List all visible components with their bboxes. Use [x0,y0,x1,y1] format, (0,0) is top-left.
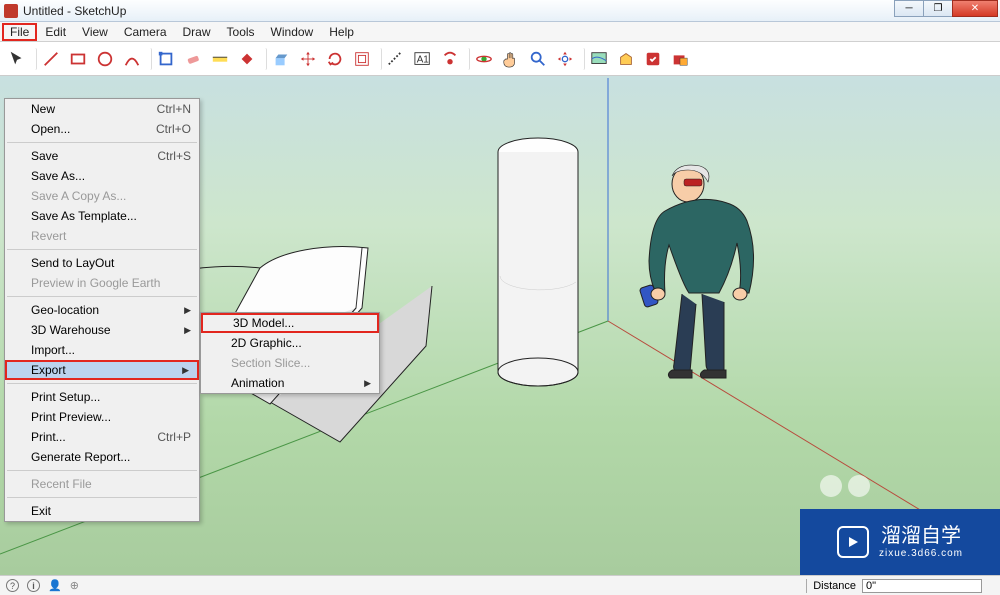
menu-save[interactable]: SaveCtrl+S [5,146,199,166]
paint-tool-icon[interactable] [437,46,463,72]
menu-file[interactable]: File [2,23,37,41]
menu-import[interactable]: Import... [5,340,199,360]
get-location-icon[interactable] [586,46,612,72]
makegroup-tool-icon[interactable] [153,46,179,72]
viewport[interactable]: NewCtrl+N Open...Ctrl+O SaveCtrl+S Save … [0,76,1000,575]
svg-text:A1: A1 [417,54,430,65]
line-tool-icon[interactable] [38,46,64,72]
zoomext-tool-icon[interactable] [552,46,578,72]
export-animation[interactable]: Animation▶ [201,373,379,393]
menu-view[interactable]: View [74,23,116,41]
app-icon [4,4,18,18]
menu-print-setup[interactable]: Print Setup... [5,387,199,407]
menu-save-copy-as: Save A Copy As... [5,186,199,206]
eraser-tool-icon[interactable] [180,46,206,72]
watermark-text: 溜溜自学 [881,526,961,546]
arc-tool-icon[interactable] [119,46,145,72]
tape-tool-icon[interactable] [207,46,233,72]
warehouse-tool-icon[interactable] [613,46,639,72]
menu-3d-warehouse[interactable]: 3D Warehouse▶ [5,320,199,340]
maximize-button[interactable]: ❐ [923,0,953,17]
toolbar-separator [31,48,37,70]
export-2d-graphic[interactable]: 2D Graphic... [201,333,379,353]
titlebar: Untitled - SketchUp ─ ❐ ✕ [0,0,1000,22]
menubar: File Edit View Camera Draw Tools Window … [0,22,1000,42]
file-menu-dropdown: NewCtrl+N Open...Ctrl+O SaveCtrl+S Save … [4,98,200,522]
menu-geo-location[interactable]: Geo-location▶ [5,300,199,320]
rect-tool-icon[interactable] [65,46,91,72]
toolbar-separator [579,48,585,70]
select-tool-icon[interactable] [4,46,30,72]
toolbar-separator [261,48,267,70]
rotate-tool-icon[interactable] [322,46,348,72]
close-button[interactable]: ✕ [952,0,998,17]
zoom-tool-icon[interactable] [525,46,551,72]
info-icon[interactable]: i [27,579,40,592]
statusbar: ? i 👤 ⊕ Distance [0,575,1000,595]
distance-input[interactable] [862,579,982,593]
extensions-tool-icon[interactable] [640,46,666,72]
distance-label: Distance [813,580,856,592]
menu-new[interactable]: NewCtrl+N [5,99,199,119]
window-controls: ─ ❐ ✕ [895,0,998,17]
export-section-slice: Section Slice... [201,353,379,373]
toolbar-separator [376,48,382,70]
orbit-tool-icon[interactable] [471,46,497,72]
menu-help[interactable]: Help [321,23,362,41]
menu-preview-earth: Preview in Google Earth [5,273,199,293]
menu-export[interactable]: Export▶ [5,360,199,380]
menu-draw[interactable]: Draw [175,23,219,41]
menu-open[interactable]: Open...Ctrl+O [5,119,199,139]
decorative-bubbles [820,475,870,497]
export-submenu: 3D Model... 2D Graphic... Section Slice.… [200,312,380,394]
menu-print[interactable]: Print...Ctrl+P [5,427,199,447]
pushpull-tool-icon[interactable] [268,46,294,72]
menu-send-layout[interactable]: Send to LayOut [5,253,199,273]
offset-tool-icon[interactable] [349,46,375,72]
export-3d-model[interactable]: 3D Model... [201,313,379,333]
circle-tool-icon[interactable] [92,46,118,72]
pan-tool-icon[interactable] [498,46,524,72]
menu-tools[interactable]: Tools [219,23,263,41]
text-tool-icon[interactable]: A1 [410,46,436,72]
menu-camera[interactable]: Camera [116,23,175,41]
menu-save-as[interactable]: Save As... [5,166,199,186]
menu-generate-report[interactable]: Generate Report... [5,447,199,467]
toolbar: A1 [0,42,1000,76]
menu-exit[interactable]: Exit [5,501,199,521]
menu-save-template[interactable]: Save As Template... [5,206,199,226]
menu-edit[interactable]: Edit [37,23,74,41]
menu-print-preview[interactable]: Print Preview... [5,407,199,427]
watermark-banner: 溜溜自学 zixue.3d66.com [800,509,1000,575]
bucket-tool-icon[interactable] [234,46,260,72]
play-icon [837,526,869,558]
window-title: Untitled - SketchUp [23,4,126,18]
menu-revert: Revert [5,226,199,246]
geo-icon[interactable]: ⊕ [70,579,79,592]
menu-window[interactable]: Window [263,23,322,41]
help-icon[interactable]: ? [6,579,19,592]
toolbar-separator [464,48,470,70]
watermark-sub: zixue.3d66.com [879,549,963,559]
minimize-button[interactable]: ─ [894,0,924,17]
menu-recent-file: Recent File [5,474,199,494]
move-tool-icon[interactable] [295,46,321,72]
toolbar-separator [146,48,152,70]
add-model-icon[interactable] [667,46,693,72]
user-icon[interactable]: 👤 [48,579,62,592]
tape2-tool-icon[interactable] [383,46,409,72]
